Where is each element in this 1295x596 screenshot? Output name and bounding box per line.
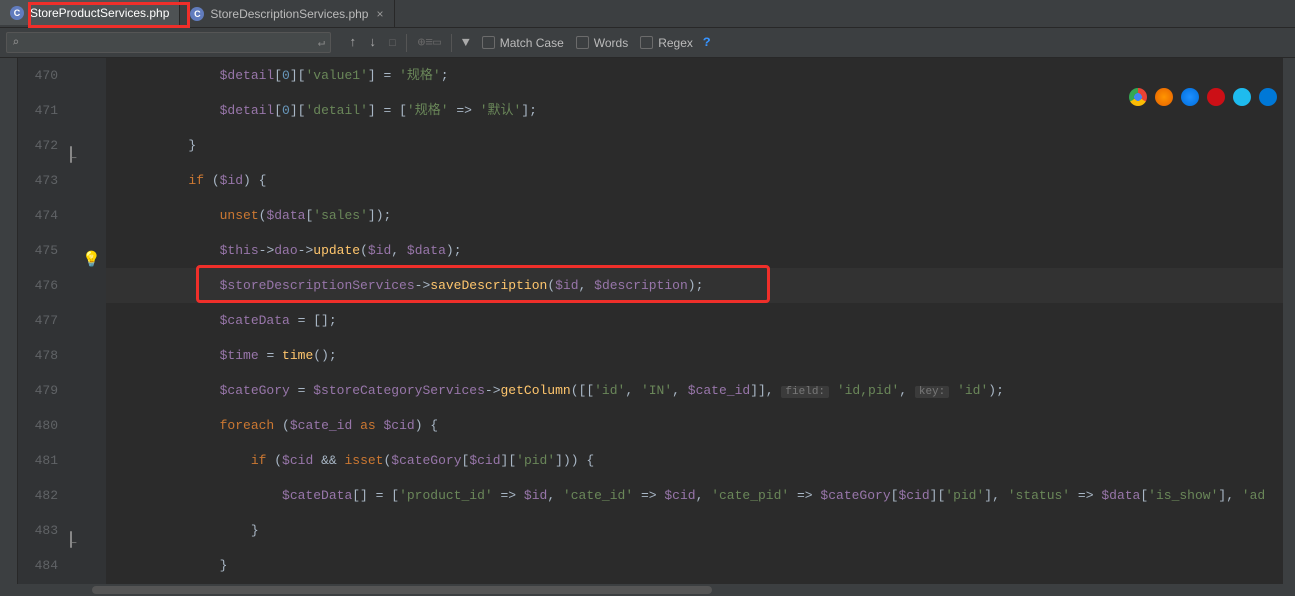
words-label: Words [594,36,628,50]
separator [406,34,407,52]
help-icon[interactable]: ? [703,35,711,50]
line-number: 479 [18,373,58,408]
code-line: if ($cid && isset($cateGory[$cid]['pid']… [126,443,1295,478]
separator [451,34,452,52]
line-number: 475 [18,233,58,268]
edge-icon[interactable] [1259,88,1277,106]
vertical-scrollbar[interactable] [1283,58,1295,584]
close-icon[interactable]: × [376,7,383,21]
tab-bar: C StoreProductServices.php C StoreDescri… [0,0,1295,28]
line-number: 478 [18,338,58,373]
tab-label: StoreProductServices.php [30,6,169,20]
tab-store-product[interactable]: C StoreProductServices.php [0,0,180,27]
line-number: 473 [18,163,58,198]
match-case-option[interactable]: Match Case [482,36,564,50]
tool-window-strip[interactable] [0,58,18,584]
intention-bulb-icon[interactable]: 💡 [82,252,101,269]
tab-label: StoreDescriptionServices.php [210,7,368,21]
next-match-icon[interactable]: ↓ [369,35,377,50]
code-line: } [126,128,1295,163]
code-area[interactable]: $detail[0]['value1'] = '规格'; $detail[0][… [106,58,1295,584]
firefox-icon[interactable] [1155,88,1173,106]
line-number: 476 [18,268,58,303]
ie-icon[interactable] [1233,88,1251,106]
horizontal-scrollbar[interactable] [86,584,1283,596]
line-number: 470 [18,58,58,93]
code-line: $detail[0]['value1'] = '规格'; [126,58,1295,93]
code-line: $this->dao->update($id, $data); [126,233,1295,268]
code-line: $cateGory = $storeCategoryServices->getC… [126,373,1295,408]
code-line: $cateData[] = ['product_id' => $id, 'cat… [126,478,1295,513]
code-line: } [126,548,1295,583]
words-option[interactable]: Words [576,36,628,50]
enter-icon: ↵ [318,35,325,50]
php-class-icon: C [10,6,24,20]
match-case-label: Match Case [500,36,564,50]
line-number: 477 [18,303,58,338]
line-number: 471 [18,93,58,128]
select-all-icon[interactable]: ☐ [389,35,397,50]
opera-icon[interactable] [1207,88,1225,106]
scrollbar-thumb[interactable] [92,586,712,594]
fold-icon[interactable] [70,146,72,163]
code-line: } [126,513,1295,548]
gutter: 470 471 472 473 474 475 476 477 478 479 … [18,58,74,584]
line-number: 484 [18,548,58,583]
code-line: $detail[0]['detail'] = ['规格' => '默认']; [126,93,1295,128]
code-line: if ($id) { [126,163,1295,198]
code-line: $cateData = []; [126,303,1295,338]
line-number: 481 [18,443,58,478]
line-number: 483 [18,513,58,548]
php-class-icon: C [190,7,204,21]
code-line: foreach ($cate_id as $cid) { [126,408,1295,443]
checkbox-icon[interactable] [640,36,653,49]
regex-option[interactable]: Regex [640,36,693,50]
chrome-icon[interactable] [1129,88,1147,106]
fold-icon[interactable] [70,531,72,548]
tab-store-description[interactable]: C StoreDescriptionServices.php × [180,0,394,27]
line-number: 482 [18,478,58,513]
code-line: unset($data['sales']); [126,198,1295,233]
regex-label: Regex [658,36,693,50]
add-selection-icon[interactable]: ⊕ [417,35,425,50]
safari-icon[interactable] [1181,88,1199,106]
filter-icon[interactable]: ▼ [462,35,470,50]
marker-column: 💡 [74,58,106,584]
line-number: 480 [18,408,58,443]
line-number: 474 [18,198,58,233]
toggle-icon[interactable]: ▭ [433,35,441,50]
editor: 470 471 472 473 474 475 476 477 478 479 … [0,58,1295,584]
line-number: 472 [18,128,58,163]
code-line: $time = time(); [126,338,1295,373]
browser-preview-icons [1129,88,1277,106]
prev-match-icon[interactable]: ↑ [349,35,357,50]
checkbox-icon[interactable] [576,36,589,49]
select-occurrences-icon[interactable]: ≡ [425,35,433,50]
checkbox-icon[interactable] [482,36,495,49]
search-icon: ⌕ [12,35,19,50]
search-input[interactable]: ⌕ ↵ [6,32,331,53]
find-toolbar: ⌕ ↵ ↑ ↓ ☐ ⊕ ≡ ▭ ▼ Match Case Words Regex… [0,28,1295,58]
